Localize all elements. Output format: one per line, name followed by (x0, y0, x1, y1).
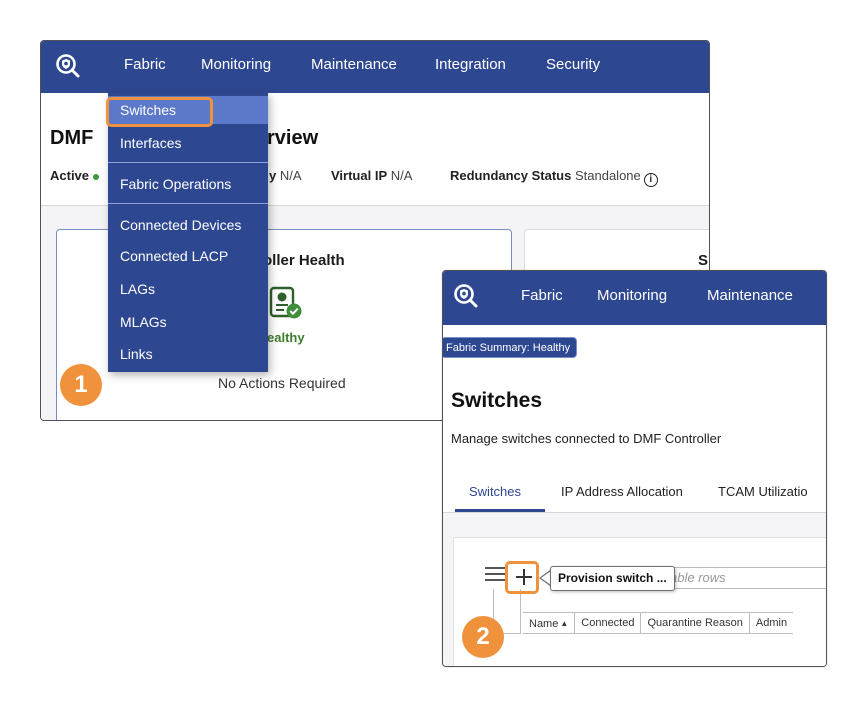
info-icon[interactable]: i (643, 173, 658, 187)
tab-tcam-utilization[interactable]: TCAM Utilizatio (718, 484, 808, 499)
health-status-icon (269, 286, 302, 319)
nav-fabric[interactable]: Fabric (124, 41, 166, 93)
redundancy-label: Redundancy Status (450, 168, 572, 183)
table-header: Name ▲ Connected Quarantine Reason Admin (523, 612, 794, 634)
column-header-name[interactable]: Name ▲ (523, 613, 574, 633)
tab-ip-address-allocation[interactable]: IP Address Allocation (561, 484, 683, 499)
screenshot-step-2: Fabric Monitoring Maintenance Fabric Sum… (442, 270, 827, 667)
virtual-ip-label: Virtual IP (331, 168, 388, 183)
logo-icon[interactable] (55, 53, 81, 79)
nav-monitoring[interactable]: Monitoring (201, 41, 271, 93)
menu-item-interfaces[interactable]: Interfaces (108, 128, 268, 158)
nav-fabric[interactable]: Fabric (521, 271, 563, 323)
step-1-badge: 1 (60, 364, 102, 406)
sort-ascending-icon: ▲ (560, 619, 569, 628)
step-2-badge: 2 (462, 616, 504, 658)
top-navbar: Fabric Monitoring Maintenance (443, 271, 826, 325)
no-actions-text: No Actions Required (218, 375, 346, 391)
plus-button-highlight-box (505, 561, 539, 594)
nav-security[interactable]: Security (546, 41, 600, 93)
column-header-quarantine-reason[interactable]: Quarantine Reason (640, 613, 748, 633)
menu-divider (108, 203, 268, 204)
status-redundancy: Redundancy Status Standalone i (450, 168, 658, 187)
tab-switches[interactable]: Switches (469, 484, 521, 499)
menu-icon[interactable] (485, 567, 505, 581)
page-title: DMF (50, 127, 94, 149)
menu-item-links[interactable]: Links (108, 339, 268, 369)
column-header-connected[interactable]: Connected (574, 613, 640, 633)
switches-highlight-box (106, 97, 213, 127)
fabric-summary-badge[interactable]: Fabric Summary: Healthy (443, 337, 578, 358)
nav-maintenance[interactable]: Maintenance (311, 41, 397, 93)
summary-card-title: S (698, 252, 709, 269)
menu-item-connected-lacp[interactable]: Connected LACP (108, 241, 268, 271)
page-title-end: rview (267, 127, 319, 149)
logo-icon[interactable] (453, 283, 479, 309)
virtual-ip-value: N/A (390, 168, 413, 183)
health-status-text: ealthy (267, 330, 305, 345)
page-subtitle: Manage switches connected to DMF Control… (451, 431, 722, 446)
status-active: Active (50, 168, 100, 183)
status-partial: y N/A (269, 168, 302, 183)
redundancy-value: Standalone (574, 168, 641, 183)
active-dot-icon (93, 173, 100, 180)
menu-item-connected-devices[interactable]: Connected Devices (108, 210, 268, 240)
active-label: Active (50, 168, 90, 183)
card-title: oller Health (263, 252, 345, 269)
partial-label: y (269, 168, 277, 183)
status-virtual-ip: Virtual IP N/A (331, 168, 412, 183)
menu-item-fabric-operations[interactable]: Fabric Operations (108, 169, 268, 199)
nav-monitoring[interactable]: Monitoring (597, 271, 667, 323)
nav-maintenance[interactable]: Maintenance (707, 271, 793, 323)
menu-item-mlags[interactable]: MLAGs (108, 307, 268, 337)
page-title: Switches (451, 389, 543, 412)
partial-value: N/A (279, 168, 302, 183)
nav-integration[interactable]: Integration (435, 41, 506, 93)
menu-divider (108, 162, 268, 163)
menu-item-lags[interactable]: LAGs (108, 274, 268, 304)
fabric-dropdown-menu: Switches Interfaces Fabric Operations Co… (108, 93, 268, 372)
top-navbar: Fabric Monitoring Maintenance Integratio… (41, 41, 709, 93)
column-header-admin[interactable]: Admin (748, 613, 793, 633)
provision-switch-tooltip: Provision switch ... (550, 566, 675, 591)
